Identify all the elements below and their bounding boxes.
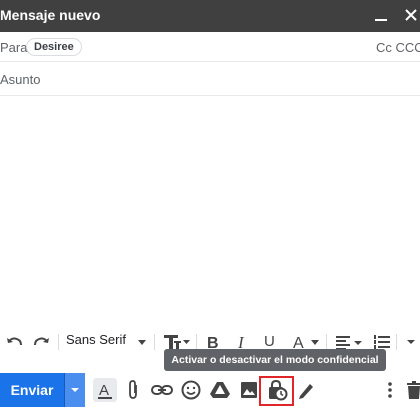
send-button[interactable]: Enviar [0,373,64,407]
signature-icon[interactable] [293,377,319,403]
toolbar-separator [196,334,197,350]
emoji-icon[interactable] [178,377,204,403]
compose-actions-bar: Enviar A [0,373,420,409]
close-icon[interactable] [400,4,420,26]
attach-icon[interactable] [121,377,147,403]
subject-field[interactable]: Asunto [0,62,420,96]
toolbar-separator [58,334,59,350]
send-options-button[interactable] [64,373,85,407]
svg-text:U: U [264,333,275,350]
formatting-options-icon[interactable]: A [92,377,118,403]
font-dropdown-arrow-icon[interactable] [137,330,147,354]
more-options-icon[interactable] [377,377,403,403]
chevron-down-icon [71,388,79,392]
recipient-chip[interactable]: Desiree [26,38,82,56]
svg-text:A: A [99,382,109,399]
undo-icon[interactable] [4,330,24,354]
recipients-row[interactable]: Para Desiree Cc CCO [0,32,420,62]
link-icon[interactable] [149,377,175,403]
cc-bcc-link[interactable]: Cc CCO [376,40,420,55]
compose-title: Mensaje nuevo [0,7,101,23]
compose-title-bar[interactable]: Mensaje nuevo [0,0,420,32]
redo-icon[interactable] [32,330,52,354]
to-label: Para [0,40,28,55]
confidential-mode-tooltip: Activar o desactivar el modo confidencia… [164,349,386,371]
toolbar-separator [326,334,327,350]
message-body[interactable] [0,96,420,324]
toolbar-separator [154,334,155,350]
toolbar-separator [396,334,397,350]
font-selector[interactable]: Sans Serif [66,332,126,347]
subject-placeholder: Asunto [0,72,41,87]
confidential-mode-highlight [259,376,294,406]
delete-icon[interactable] [402,377,420,403]
drive-icon[interactable] [207,377,233,403]
more-formatting-icon[interactable] [404,330,418,354]
minimize-icon[interactable] [370,4,392,26]
